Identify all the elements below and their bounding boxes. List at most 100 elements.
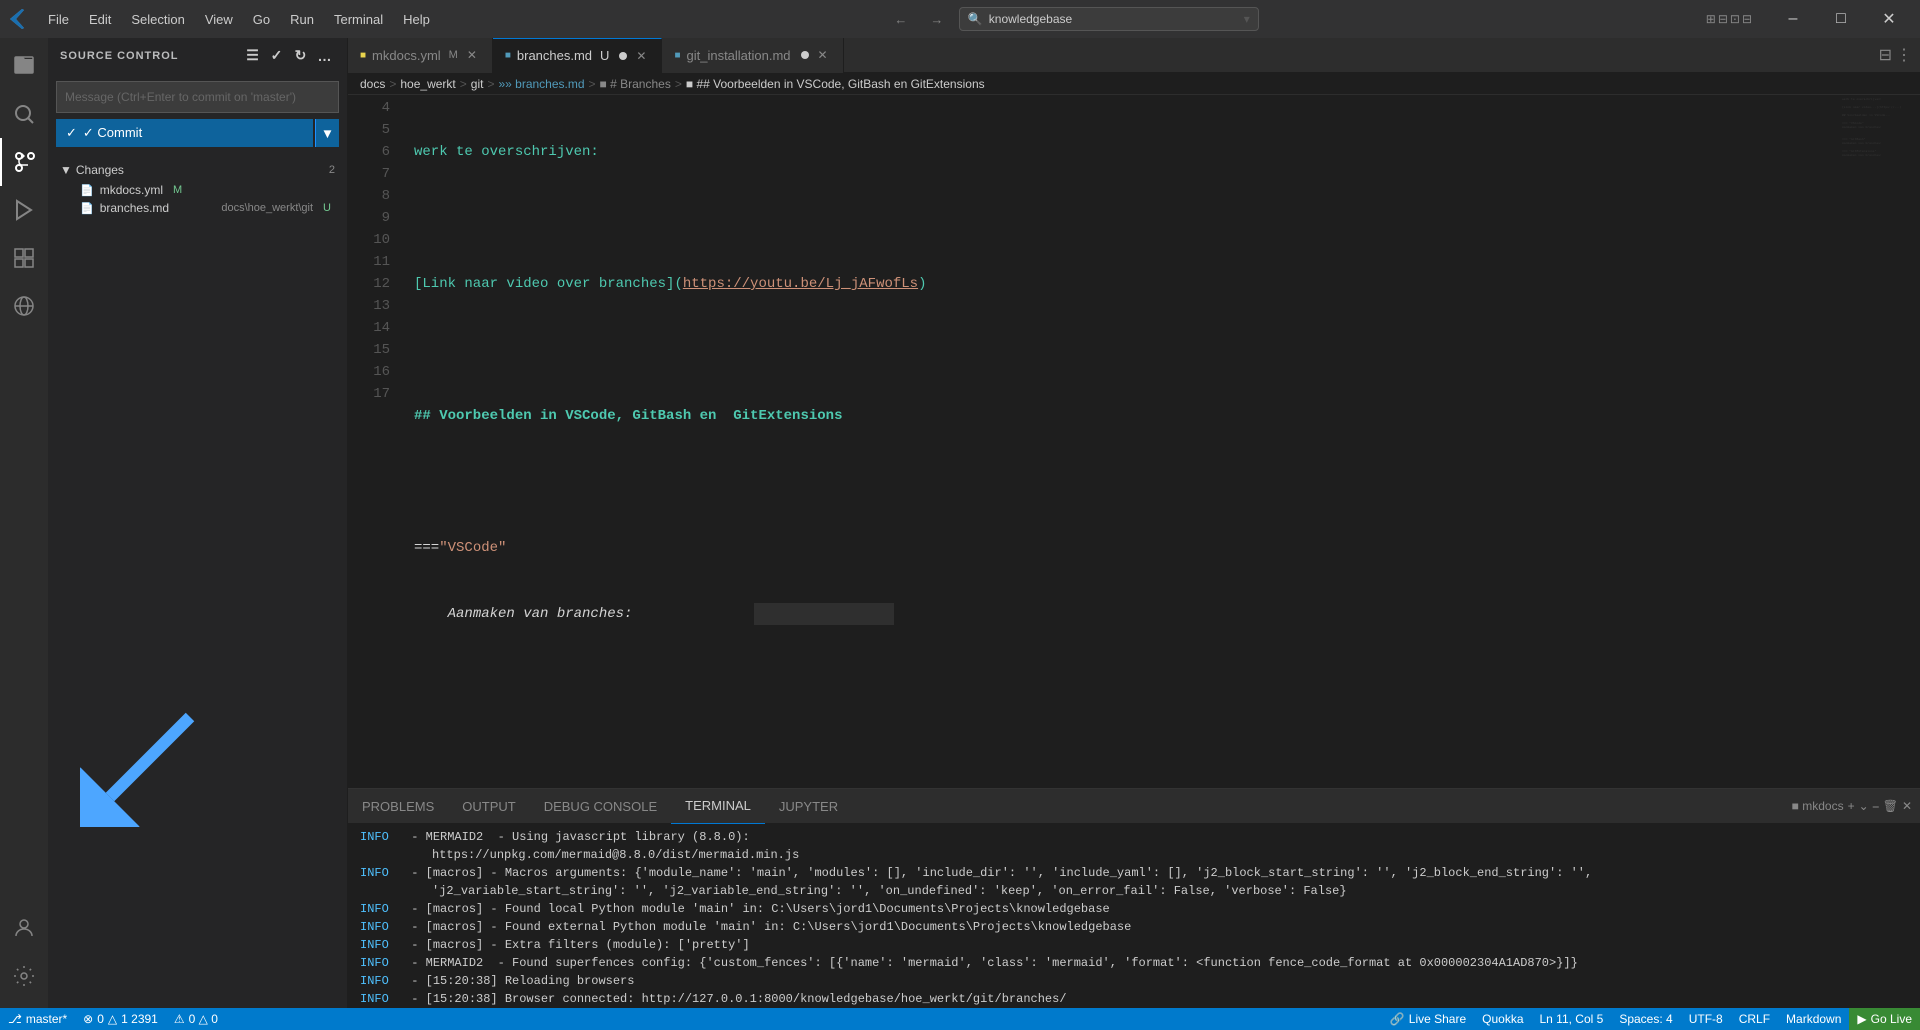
menu-go[interactable]: Go	[243, 0, 280, 38]
tab-jupyter[interactable]: JUPYTER	[765, 789, 852, 824]
changes-label: Changes	[76, 163, 124, 177]
status-language[interactable]: Markdown	[1778, 1008, 1849, 1030]
terminal-name: ■ mkdocs	[1792, 799, 1844, 813]
chevron-down-icon: ▼	[60, 163, 72, 177]
status-live-share[interactable]: 🔗 Live Share	[1382, 1008, 1474, 1030]
tab-terminal[interactable]: TERMINAL	[671, 789, 765, 824]
status-quokka[interactable]: Quokka	[1474, 1008, 1531, 1030]
menu-view[interactable]: View	[195, 0, 243, 38]
commit-button[interactable]: ✓ ✓ Commit	[56, 119, 313, 147]
tab-output[interactable]: OUTPUT	[448, 789, 529, 824]
status-line-ending[interactable]: CRLF	[1731, 1008, 1778, 1030]
changes-section: ▼ Changes 2 📄 mkdocs.yml M 📄 branches.md…	[48, 155, 347, 221]
code-editor: 4 5 6 7 8 9 10 11 12 13 14 15 16 17 werk…	[348, 95, 1920, 788]
menu-help[interactable]: Help	[393, 0, 440, 38]
live-share-icon: 🔗	[1390, 1012, 1405, 1026]
sidebar-action-refresh[interactable]: ↻	[291, 46, 311, 66]
breadcrumb-hash-branches[interactable]: ■ # Branches	[600, 77, 671, 91]
activity-accounts[interactable]	[0, 904, 48, 952]
sidebar-actions: ☰ ✓ ↻ …	[243, 46, 335, 66]
search-text: knowledgebase	[989, 12, 1072, 26]
code-line-9: === "VSCode"	[414, 537, 1840, 559]
breadcrumb-docs[interactable]: docs	[360, 77, 385, 91]
terminal-line-2: https://unpkg.com/mermaid@8.8.0/dist/mer…	[360, 846, 1908, 864]
change-item-mkdocs[interactable]: 📄 mkdocs.yml M	[56, 181, 339, 199]
code-content[interactable]: werk te overschrijven: [Link naar video …	[398, 95, 1840, 788]
title-bar-center: ← → 🔍 knowledgebase ▾	[440, 5, 1706, 33]
tab-label-mkdocs: mkdocs.yml	[372, 48, 441, 63]
change-item-branches[interactable]: 📄 branches.md docs\hoe_werkt\git U	[56, 199, 339, 217]
status-go-live[interactable]: ▶ Go Live	[1849, 1008, 1920, 1030]
activity-run[interactable]	[0, 186, 48, 234]
split-editor-icon[interactable]: ⊟	[1879, 45, 1892, 65]
more-actions-icon[interactable]: ⋮	[1896, 45, 1912, 65]
change-filepath: docs\hoe_werkt\git	[221, 202, 313, 214]
tab-branches-md[interactable]: ■ branches.md U ✕	[493, 38, 663, 73]
changes-header[interactable]: ▼ Changes 2	[56, 159, 339, 181]
terminal-chevron-button[interactable]: ⌄	[1859, 799, 1869, 813]
status-errors[interactable]: ⚠ 0 △ 0	[166, 1008, 226, 1030]
forward-button[interactable]: →	[923, 5, 951, 33]
sidebar-action-list[interactable]: ☰	[243, 46, 263, 66]
branch-name: master*	[26, 1012, 67, 1026]
activity-bottom	[0, 904, 48, 1008]
tab-close-branches[interactable]: ✕	[633, 48, 649, 64]
activity-remote[interactable]	[0, 282, 48, 330]
global-search-bar[interactable]: 🔍 knowledgebase ▾	[959, 7, 1259, 31]
breadcrumb-git[interactable]: git	[471, 77, 484, 91]
line-ending-label: CRLF	[1739, 1012, 1770, 1026]
md-icon-2: ■	[674, 50, 680, 61]
status-position[interactable]: Ln 11, Col 5	[1532, 1008, 1612, 1030]
breadcrumb-hoe-werkt[interactable]: hoe_werkt	[400, 77, 455, 91]
status-sync[interactable]: ⊗ 0 △ 1 2391	[75, 1008, 166, 1030]
terminal-line-4: 'j2_variable_start_string': '', 'j2_vari…	[360, 882, 1908, 900]
menu-edit[interactable]: Edit	[79, 0, 121, 38]
editor-tab-actions: ⊟ ⋮	[1879, 45, 1920, 65]
tab-mkdocs-yml[interactable]: ■ mkdocs.yml M ✕	[348, 38, 493, 73]
status-branch[interactable]: ⎇ master*	[0, 1008, 75, 1030]
activity-bar	[0, 38, 48, 1008]
spaces-label: Spaces: 4	[1619, 1012, 1672, 1026]
commit-label: ✓ Commit	[83, 125, 142, 141]
menu-selection[interactable]: Selection	[121, 0, 194, 38]
close-button[interactable]: ✕	[1866, 0, 1912, 38]
sync-icon: ⊗	[83, 1012, 93, 1026]
terminal-line-1: INFO - MERMAID2 - Using javascript libra…	[360, 828, 1908, 846]
status-spaces[interactable]: Spaces: 4	[1611, 1008, 1680, 1030]
sidebar-action-more[interactable]: …	[315, 46, 335, 66]
maximize-button[interactable]: □	[1818, 0, 1864, 38]
terminal-close-button[interactable]: ✕	[1902, 799, 1912, 813]
line-numbers: 4 5 6 7 8 9 10 11 12 13 14 15 16 17	[348, 95, 398, 788]
tab-git-installation[interactable]: ■ git_installation.md ✕	[662, 38, 843, 73]
terminal-trash-button[interactable]: 🗑	[1883, 799, 1898, 813]
tab-close-git-install[interactable]: ✕	[815, 47, 831, 63]
activity-source-control[interactable]	[0, 138, 48, 186]
status-encoding[interactable]: UTF-8	[1681, 1008, 1731, 1030]
back-button[interactable]: ←	[887, 5, 915, 33]
menu-file[interactable]: File	[38, 0, 79, 38]
terminal-add-button[interactable]: +	[1848, 799, 1855, 813]
yaml-icon: ■	[360, 50, 366, 61]
breadcrumb-branches-file[interactable]: »» branches.md	[498, 77, 584, 91]
menu-terminal[interactable]: Terminal	[324, 0, 393, 38]
terminal-line-7: INFO - [macros] - Extra filters (module)…	[360, 936, 1908, 954]
tab-debug-console[interactable]: DEBUG CONSOLE	[530, 789, 671, 824]
activity-search[interactable]	[0, 90, 48, 138]
breadcrumb-section[interactable]: ■ ## Voorbeelden in VSCode, GitBash en G…	[686, 77, 985, 91]
minimize-button[interactable]: –	[1770, 0, 1816, 38]
change-filename-2: branches.md	[100, 201, 169, 215]
tab-close-mkdocs[interactable]: ✕	[464, 47, 480, 63]
sync-count: 1 2391	[121, 1012, 158, 1026]
activity-extensions[interactable]	[0, 234, 48, 282]
menu-run[interactable]: Run	[280, 0, 324, 38]
go-live-icon: ▶	[1857, 1012, 1866, 1026]
activity-settings[interactable]	[0, 952, 48, 1000]
activity-explorer[interactable]	[0, 42, 48, 90]
code-line-11	[414, 669, 1840, 691]
commit-message-input[interactable]: Message (Ctrl+Enter to commit on 'master…	[56, 81, 339, 113]
tab-problems[interactable]: PROBLEMS	[348, 789, 448, 824]
sidebar-action-check[interactable]: ✓	[267, 46, 287, 66]
terminal-split-button[interactable]: ⎯	[1873, 799, 1879, 814]
commit-dropdown-button[interactable]: ▼	[315, 119, 339, 147]
checkmark-icon: ✓	[66, 125, 77, 141]
